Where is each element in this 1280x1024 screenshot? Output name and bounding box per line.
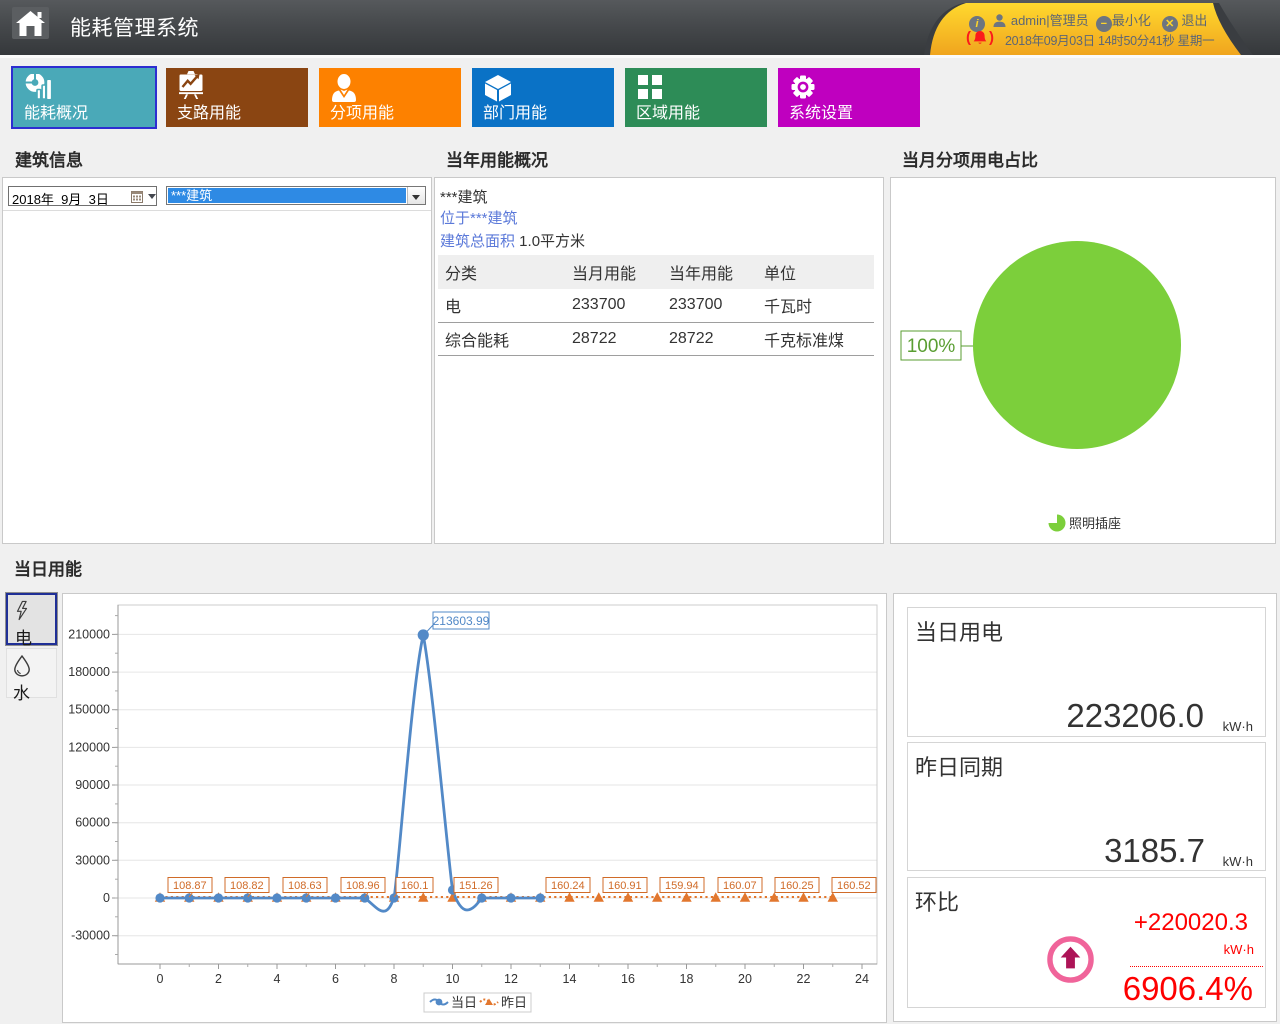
svg-text:0: 0 [157, 972, 164, 986]
svg-text:210000: 210000 [68, 627, 110, 641]
svg-text:14: 14 [563, 972, 577, 986]
svg-text:当日: 当日 [451, 995, 477, 1010]
svg-text:160.52: 160.52 [837, 880, 871, 892]
svg-text:照明插座: 照明插座 [1069, 516, 1121, 531]
svg-text:30000: 30000 [75, 853, 110, 867]
svg-text:-30000: -30000 [71, 929, 110, 943]
svg-text:100%: 100% [907, 336, 956, 357]
svg-text:60000: 60000 [75, 816, 110, 830]
svg-text:180000: 180000 [68, 665, 110, 679]
svg-text:160.91: 160.91 [608, 880, 642, 892]
svg-text:2: 2 [215, 972, 222, 986]
svg-text:10: 10 [446, 972, 460, 986]
svg-text:160.1: 160.1 [401, 880, 429, 892]
svg-text:120000: 120000 [68, 740, 110, 754]
svg-text:150000: 150000 [68, 703, 110, 717]
svg-text:22: 22 [797, 972, 811, 986]
svg-text:108.63: 108.63 [288, 880, 322, 892]
svg-text:24: 24 [855, 972, 869, 986]
svg-text:160.25: 160.25 [780, 880, 814, 892]
svg-text:151.26: 151.26 [459, 880, 493, 892]
svg-text:8: 8 [391, 972, 398, 986]
svg-text:108.82: 108.82 [230, 880, 264, 892]
svg-text:213603.99: 213603.99 [433, 614, 490, 628]
svg-text:160.24: 160.24 [551, 880, 585, 892]
svg-text:16: 16 [621, 972, 635, 986]
svg-text:160.07: 160.07 [723, 880, 757, 892]
svg-text:108.96: 108.96 [346, 880, 380, 892]
svg-text:20: 20 [738, 972, 752, 986]
svg-text:90000: 90000 [75, 778, 110, 792]
svg-text:4: 4 [274, 972, 281, 986]
svg-text:6: 6 [332, 972, 339, 986]
svg-text:12: 12 [504, 972, 518, 986]
svg-text:昨日: 昨日 [501, 995, 527, 1010]
svg-text:18: 18 [680, 972, 694, 986]
svg-text:0: 0 [103, 891, 110, 905]
svg-text:108.87: 108.87 [173, 880, 207, 892]
svg-text:159.94: 159.94 [665, 880, 699, 892]
